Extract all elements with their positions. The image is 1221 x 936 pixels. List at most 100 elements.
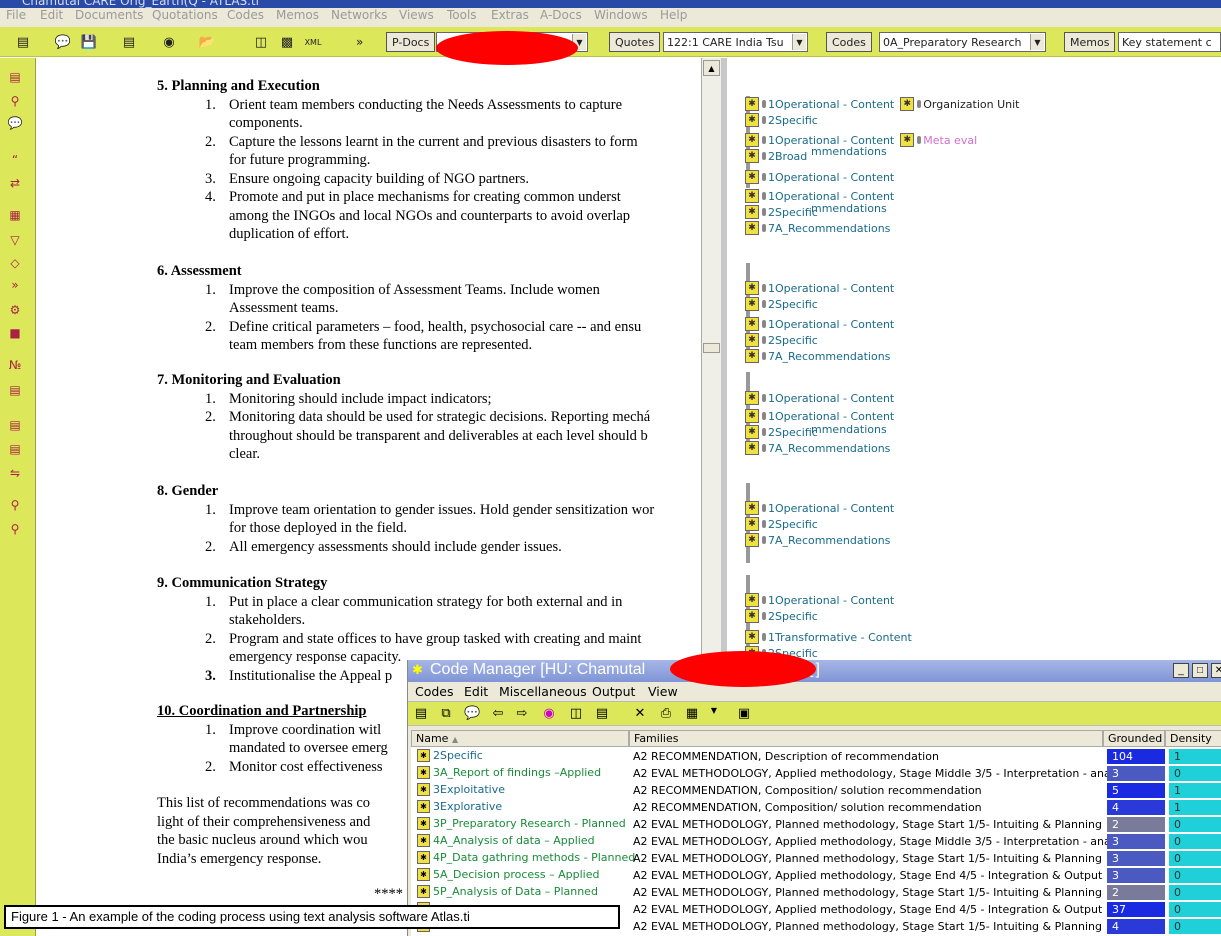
tree-icon[interactable]: ▤ [594, 706, 610, 721]
scroll-thumb[interactable] [703, 343, 720, 353]
back-icon[interactable]: ⇦ [490, 706, 506, 721]
table-row[interactable]: ✱ 3Exploitative A2 RECOMMENDATION, Composi… [411, 782, 1221, 799]
margin-area[interactable]: ✱ 1Operational - Content ✱ Organization Uni… [727, 58, 1221, 658]
quotes-combo[interactable]: 122:1 CARE India Tsu ▼ [663, 32, 808, 52]
zoom-icon[interactable]: ⚲ [6, 94, 24, 110]
query-icon[interactable]: ▩ [278, 32, 296, 52]
node-icon[interactable]: ◇ [6, 256, 24, 272]
menu-item[interactable]: Views [399, 8, 434, 22]
book-icon[interactable]: ■ [6, 326, 24, 342]
comment-icon[interactable]: 💬 [6, 116, 24, 132]
close-button[interactable]: ✕ [1211, 663, 1221, 678]
copy-icon[interactable]: ⧉ [438, 706, 454, 721]
merge-icon[interactable]: ⇋ [6, 466, 24, 482]
delete-icon[interactable]: ✕ [632, 706, 648, 721]
table-row[interactable]: ✱ 2Specific A2 RECOMMENDATION, Description… [411, 748, 1221, 765]
code-manager-menu-item[interactable]: Miscellaneous [499, 684, 587, 699]
margin-code[interactable]: ✱ 7A_Recommendations [745, 533, 890, 547]
margin-code[interactable]: ✱2Specific [745, 333, 818, 347]
margin-code[interactable]: ✱ 7A_Recommendations [745, 349, 890, 363]
table-row[interactable]: ✱ 5P_Analysis of Data – Planned A2 EVAL ME… [411, 884, 1221, 901]
margin-code[interactable]: ✱ 1Operational - Content [745, 170, 894, 184]
menu-item[interactable]: Networks [331, 8, 387, 22]
margin-code[interactable]: ✱ 1Operational - Content [745, 391, 894, 405]
margin-code[interactable]: ✱2Specific [745, 425, 818, 439]
memos-combo[interactable]: Key statement c [1118, 32, 1221, 52]
table-row[interactable]: ✱ 3P_Preparatory Research - Planned A2 EVA… [411, 816, 1221, 833]
quotation-icon[interactable]: ▤ [120, 32, 138, 52]
margin-code[interactable]: ✱ 1Operational - Content [745, 593, 894, 607]
binoculars-icon[interactable]: ◉ [160, 32, 178, 52]
margin-code[interactable]: ✱2Specific [745, 205, 818, 219]
column-header-grounded[interactable]: Grounded [1103, 730, 1165, 747]
codes-combo[interactable]: 0A_Preparatory Research ▼ [879, 32, 1046, 52]
doc-icon[interactable]: ▤ [6, 383, 24, 399]
menu-item[interactable]: A-Docs [540, 8, 582, 22]
forward-icon[interactable]: ⇨ [514, 706, 530, 721]
margin-code[interactable]: ✱ 1Operational - Content ✱ Organization Uni… [745, 97, 1019, 111]
menu-item[interactable]: Edit [40, 8, 63, 22]
chevron-down-icon[interactable]: ▼ [706, 706, 722, 715]
comment-icon[interactable]: 💬 [54, 32, 72, 52]
margin-code[interactable]: ✱ 1Operational - Content [745, 501, 894, 515]
zoom-out-icon[interactable]: ⚲ [6, 522, 24, 538]
gear-icon[interactable]: ⚙ [6, 303, 24, 319]
margin-code[interactable]: ✱ 1Operational - Content [745, 189, 894, 203]
menu-item[interactable]: Documents [75, 8, 143, 22]
more-chevron-icon[interactable]: » [356, 32, 363, 52]
menu-item[interactable]: Memos [276, 8, 319, 22]
menu-item[interactable]: Tools [447, 8, 477, 22]
link-icon[interactable]: ⇄ [6, 176, 24, 192]
menu-item[interactable]: Help [660, 8, 687, 22]
margin-code[interactable]: ✱ 1Operational - Content [745, 281, 894, 295]
new-code-icon[interactable]: ▤ [413, 706, 429, 721]
list-icon[interactable]: ▤ [6, 442, 24, 458]
codes-button[interactable]: Codes [826, 32, 872, 52]
maximize-button[interactable]: □ [1192, 663, 1208, 678]
open-folder-icon[interactable]: 📂 [198, 32, 216, 52]
margin-code[interactable]: ✱ 7A_Recommendations [745, 221, 890, 235]
network-icon[interactable]: ◫ [568, 706, 584, 721]
filter-icon[interactable]: ▽ [6, 233, 24, 249]
menu-item[interactable]: Windows [594, 8, 648, 22]
menu-item[interactable]: Codes [227, 8, 264, 22]
margin-code[interactable]: ✱2Specific [745, 609, 818, 623]
column-header-name[interactable]: Name ▲ [411, 730, 629, 747]
count-icon[interactable]: № [6, 358, 24, 374]
margin-code[interactable]: ✱2Specific [745, 113, 818, 127]
new-quote-icon[interactable]: ▤ [6, 70, 24, 86]
code-manager-menu-item[interactable]: Edit [464, 684, 488, 699]
column-header-density[interactable]: Density [1165, 730, 1221, 747]
table-row[interactable]: ✱ 3Explorative A2 RECOMMENDATION, Composit… [411, 799, 1221, 816]
menu-item[interactable]: File [6, 8, 26, 22]
fit-icon[interactable]: ▣ [736, 706, 752, 721]
table-row[interactable]: ✱ 4A_Analysis of data – Applied A2 EVAL ME… [411, 833, 1221, 850]
memos-button[interactable]: Memos [1064, 32, 1116, 52]
margin-code[interactable]: ✱ 1Transformative - Content [745, 630, 912, 644]
pdocs-button[interactable]: P-Docs [386, 32, 436, 52]
list-icon[interactable]: ▤ [6, 418, 24, 434]
scroll-up-icon[interactable]: ▲ [703, 60, 720, 76]
margin-code[interactable]: ✱ 2Broad [745, 149, 807, 163]
grid-icon[interactable]: ▦ [6, 208, 24, 224]
margin-code[interactable]: ✱2Specific [745, 297, 818, 311]
margin-code[interactable]: ✱2Specific [745, 517, 818, 531]
xml-icon[interactable]: XML [302, 32, 324, 52]
code-manager-menu-item[interactable]: Output [592, 684, 635, 699]
margin-code[interactable]: ✱ 1Operational - Content [745, 409, 894, 423]
zoom-in-icon[interactable]: ⚲ [6, 498, 24, 514]
code-manager-menu-item[interactable]: Codes [415, 684, 454, 699]
comment-icon[interactable]: 💬 [464, 706, 480, 721]
table-row[interactable]: ✱ 4P_Data gathring methods - Planned A2 EV… [411, 850, 1221, 867]
table-row[interactable]: ✱ 3A_Report of findings –Applied A2 EVAL M… [411, 765, 1221, 782]
view-grid-icon[interactable]: ▦ [684, 706, 700, 721]
code-manager-menu-item[interactable]: View [648, 684, 678, 699]
save-icon[interactable]: 💾 [80, 32, 98, 52]
color-wheel-icon[interactable]: ◉ [541, 706, 557, 721]
quotes-button[interactable]: Quotes [609, 32, 661, 52]
menu-item[interactable]: Extras [491, 8, 529, 22]
menu-item[interactable]: Quotations [152, 8, 218, 22]
margin-code[interactable]: ✱ 1Operational - Content [745, 317, 894, 331]
network-icon[interactable]: ◫ [252, 32, 270, 52]
primary-doc-icon[interactable]: ▤ [14, 32, 32, 52]
